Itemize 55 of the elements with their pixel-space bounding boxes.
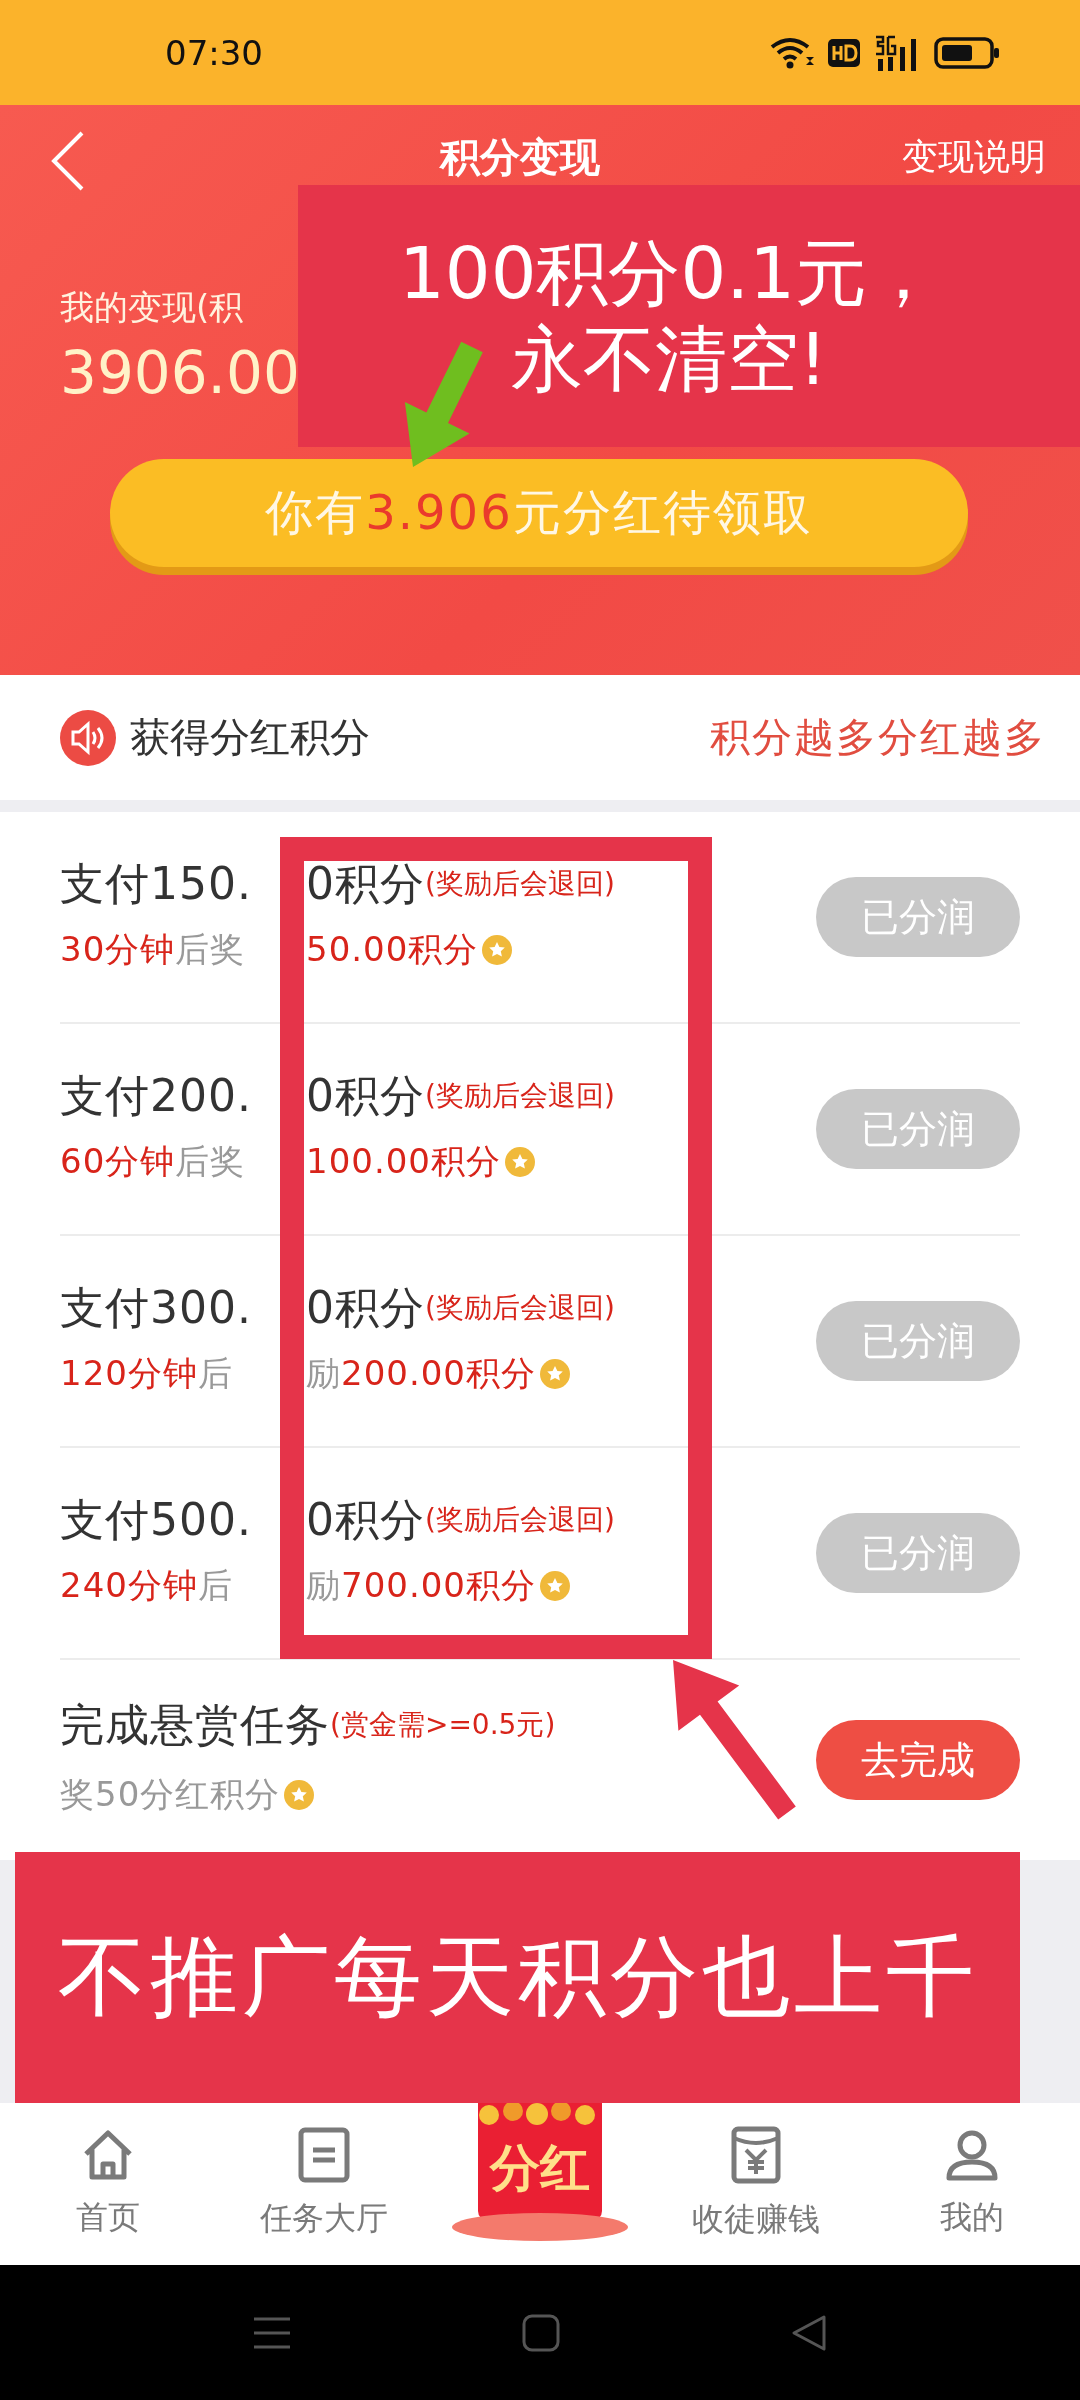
document-icon bbox=[298, 2127, 350, 2183]
balance-value: 3906.00 bbox=[60, 339, 300, 407]
reward-text: 奖50分红积分 bbox=[60, 1773, 281, 1816]
callout-text: 永不清空! bbox=[510, 316, 828, 403]
task-note: (奖励后会退回) bbox=[425, 1502, 615, 1538]
task-title: 支付500. bbox=[60, 1492, 253, 1547]
wifi-icon bbox=[770, 36, 814, 69]
task-note: (奖励后会退回) bbox=[425, 866, 615, 902]
task-title: 支付200. bbox=[60, 1068, 253, 1123]
nav-tab[interactable]: 收徒赚钱 bbox=[648, 2103, 864, 2265]
nav-tab[interactable]: 任务大厅 bbox=[216, 2103, 432, 2265]
bonus-label: 分红 bbox=[490, 2138, 590, 2199]
balance-label: 我的变现(积 bbox=[60, 286, 244, 329]
coin-icon bbox=[482, 935, 513, 965]
reward-text: 50.00积分 bbox=[306, 928, 479, 971]
coin-icon bbox=[504, 1147, 535, 1177]
nav-tab[interactable]: 首页 bbox=[0, 2103, 216, 2265]
reward-text: 励700.00积分 bbox=[306, 1564, 536, 1607]
home-button-icon[interactable] bbox=[522, 2313, 560, 2352]
task-title: 支付300. bbox=[60, 1280, 253, 1335]
yen-envelope-icon bbox=[731, 2126, 781, 2184]
battery-icon bbox=[934, 36, 1000, 69]
callout-text: 100积分0.1元， bbox=[399, 229, 939, 316]
task-note: (奖励后会退回) bbox=[425, 1290, 615, 1326]
hd-icon bbox=[828, 38, 860, 67]
coin-icon bbox=[284, 1780, 315, 1810]
speaker-icon bbox=[60, 709, 116, 766]
reward-text: 240分钟后 bbox=[60, 1564, 234, 1607]
task-title: 完成悬赏任务 bbox=[60, 1697, 330, 1752]
task-title: 0积分 bbox=[306, 856, 425, 911]
reward-text: 100.00积分 bbox=[306, 1140, 501, 1183]
reward-text: 励200.00积分 bbox=[306, 1352, 536, 1395]
task-title: 0积分 bbox=[306, 1492, 425, 1547]
task-title: 0积分 bbox=[306, 1280, 425, 1335]
bonus-tab[interactable]: 分红 bbox=[432, 2103, 648, 2265]
complete-button[interactable]: 去完成 bbox=[816, 1720, 1020, 1800]
task-title: 0积分 bbox=[306, 1068, 425, 1123]
status-time: 07:30 bbox=[165, 32, 263, 73]
explain-link[interactable]: 变现说明 bbox=[902, 137, 1046, 177]
reward-text: 120分钟后 bbox=[60, 1352, 234, 1395]
section-slogan: 积分越多分红越多 bbox=[710, 713, 1046, 762]
task-note: (赏金需>=0.5元) bbox=[330, 1707, 556, 1743]
reward-text: 30分钟后奖 bbox=[60, 928, 247, 971]
person-icon bbox=[945, 2128, 999, 2182]
section-title: 获得分红积分 bbox=[130, 713, 370, 762]
task-note: (奖励后会退回) bbox=[425, 1078, 615, 1114]
callout-text: 不推广每天积分也上千 bbox=[57, 1924, 978, 2030]
menu-icon[interactable] bbox=[252, 2315, 292, 2350]
back-button-icon[interactable] bbox=[790, 2313, 828, 2352]
coin-icon bbox=[539, 1571, 570, 1601]
nav-tab[interactable]: 我的 bbox=[864, 2103, 1080, 2265]
reward-text: 60分钟后奖 bbox=[60, 1140, 247, 1183]
page-title: 积分变现 bbox=[440, 135, 600, 179]
task-title: 支付150. bbox=[60, 856, 253, 911]
coin-icon bbox=[539, 1359, 570, 1389]
